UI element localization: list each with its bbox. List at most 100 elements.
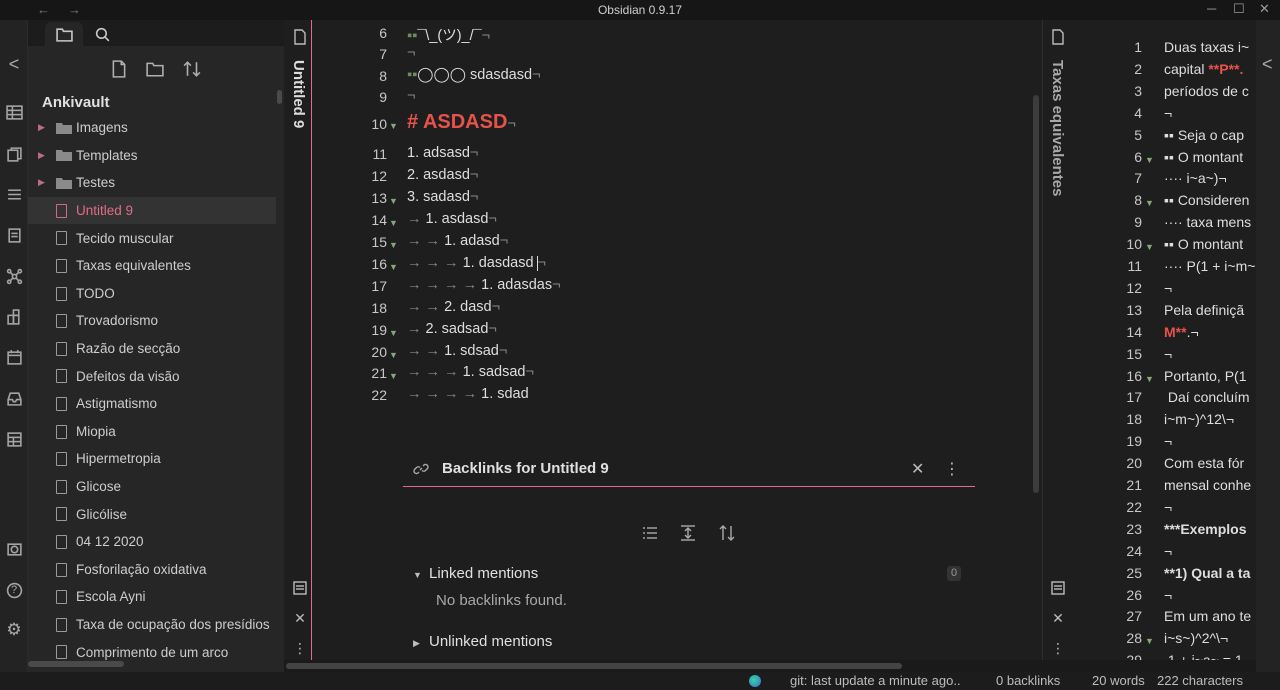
- inbox-icon[interactable]: [4, 388, 24, 408]
- editor-scrollbar[interactable]: [1033, 95, 1039, 493]
- sync-status-icon[interactable]: [749, 675, 761, 687]
- collapse-sidebar-icon[interactable]: <: [4, 54, 24, 74]
- more-options-icon[interactable]: ⋮: [292, 640, 308, 656]
- close-backlinks-icon[interactable]: ✕: [911, 459, 924, 479]
- editor-line[interactable]: Em um ano te: [1164, 608, 1251, 624]
- file-item[interactable]: Miopia: [28, 418, 276, 446]
- new-note-button[interactable]: [108, 58, 130, 80]
- new-folder-button[interactable]: [144, 58, 166, 80]
- editor-line[interactable]: → 2. sadsad¬: [407, 321, 497, 337]
- file-item[interactable]: Untitled 9: [28, 196, 276, 225]
- editor-line[interactable]: ···· taxa mens: [1164, 214, 1251, 230]
- editor-line[interactable]: → → 2. dasd¬: [407, 299, 500, 315]
- file-item[interactable]: Taxas equivalentes: [28, 252, 276, 280]
- file-item[interactable]: Glicose: [28, 473, 276, 501]
- editor-line[interactable]: ¬: [1164, 587, 1172, 603]
- collapse-results-button[interactable]: [640, 523, 660, 543]
- editor-line[interactable]: 1 + i~a~ = 1,: [1164, 652, 1247, 660]
- fold-arrow-icon[interactable]: ▼: [1145, 374, 1154, 384]
- sort-backlinks-button[interactable]: [717, 523, 737, 543]
- right-editor-pane[interactable]: 1 Duas taxas i~ 2 capital **P**. 3 períodos d…: [1070, 20, 1256, 660]
- folder-item[interactable]: ▶ Testes: [28, 169, 276, 197]
- tab-search[interactable]: [83, 22, 121, 46]
- list-icon[interactable]: [4, 184, 24, 204]
- editor-line[interactable]: → → → 1. dasdasd ¬: [407, 255, 546, 271]
- explorer-scrollbar[interactable]: [277, 90, 282, 104]
- editor-line[interactable]: mensal conhe: [1164, 477, 1251, 493]
- editor-line[interactable]: i~m~)^12\¬: [1164, 411, 1234, 427]
- scrollbar-thumb[interactable]: [286, 663, 902, 669]
- more-options-icon[interactable]: ⋮: [1050, 640, 1066, 656]
- unlinked-mentions-toggle[interactable]: ▶ Unlinked mentions: [413, 633, 552, 650]
- editor-line[interactable]: Portanto, P(1: [1164, 368, 1247, 384]
- file-item[interactable]: Defeitos da visão: [28, 362, 276, 390]
- linked-mentions-toggle[interactable]: ▼ Linked mentions: [413, 565, 538, 582]
- editor-line[interactable]: ···· i~a~)¬: [1164, 170, 1227, 186]
- editor-line[interactable]: Pela definiçã: [1164, 302, 1244, 318]
- editor-line[interactable]: ···· P(1 + i~m~: [1164, 258, 1255, 274]
- close-pane-icon[interactable]: ✕: [1050, 610, 1066, 626]
- settings-icon[interactable]: ⚙: [4, 620, 24, 640]
- file-item[interactable]: Escola Ayni: [28, 583, 276, 611]
- pane-title[interactable]: Untitled 9: [290, 60, 307, 128]
- editor-line[interactable]: ¬: [1164, 433, 1172, 449]
- editor-line[interactable]: ¬: [1164, 499, 1172, 515]
- editor-line[interactable]: ¬: [407, 88, 415, 104]
- database-icon[interactable]: [4, 429, 24, 449]
- folder-item[interactable]: ▶ Templates: [28, 142, 276, 170]
- file-item[interactable]: Trovadorismo: [28, 307, 276, 335]
- file-item[interactable]: 04 12 2020: [28, 528, 276, 556]
- editor-line[interactable]: ▪▪◯◯◯ sdasdasd¬: [407, 67, 541, 83]
- fold-arrow-icon[interactable]: ▼: [1145, 198, 1154, 208]
- file-item[interactable]: Astigmatismo: [28, 390, 276, 418]
- file-item[interactable]: TODO: [28, 280, 276, 308]
- minimize-button[interactable]: ─: [1207, 1, 1216, 16]
- editor-line[interactable]: Daí concluím: [1164, 389, 1250, 405]
- editor-line[interactable]: Com esta fór: [1164, 455, 1244, 471]
- help-icon[interactable]: ?: [4, 580, 24, 600]
- sort-button[interactable]: [181, 58, 203, 80]
- editor-line[interactable]: # ASDASD¬: [407, 111, 516, 134]
- collapse-right-sidebar-icon[interactable]: <: [1262, 54, 1273, 75]
- table-icon[interactable]: [4, 102, 24, 122]
- calendar-icon[interactable]: [4, 347, 24, 367]
- fold-arrow-icon[interactable]: ▼: [389, 350, 398, 360]
- editor-line[interactable]: períodos de c: [1164, 83, 1249, 99]
- editor-line[interactable]: capital **P**.: [1164, 61, 1243, 77]
- fold-arrow-icon[interactable]: ▼: [389, 240, 398, 250]
- editor-line[interactable]: ▪▪ Consideren: [1164, 192, 1249, 208]
- copy-icon[interactable]: [4, 144, 24, 164]
- graph-icon[interactable]: [4, 266, 24, 286]
- fold-arrow-icon[interactable]: ▼: [389, 262, 398, 272]
- backlinks-count[interactable]: 0 backlinks: [996, 673, 1060, 688]
- editor-line[interactable]: 1. adsasd¬: [407, 145, 478, 161]
- fold-arrow-icon[interactable]: ▼: [389, 121, 398, 131]
- camera-icon[interactable]: [4, 539, 24, 559]
- editor-line[interactable]: M**.¬: [1164, 324, 1199, 340]
- backlinks-more-icon[interactable]: ⋮: [944, 459, 960, 479]
- editor-pane[interactable]: 6 ▪▪¯\_(ツ)_/¯¬ 7 ¬ 8 ▪▪◯◯◯ sdasdasd¬ 9 ¬ 10 ▼ # AS…: [313, 20, 1042, 660]
- show-context-button[interactable]: [678, 523, 698, 543]
- file-item[interactable]: Razão de secção: [28, 335, 276, 363]
- close-pane-icon[interactable]: ✕: [292, 610, 308, 626]
- file-item[interactable]: Hipermetropia: [28, 445, 276, 473]
- explorer-horizontal-scrollbar[interactable]: [28, 661, 124, 667]
- horizontal-scrollbar[interactable]: [284, 660, 1256, 672]
- editor-line[interactable]: ▪▪ O montant: [1164, 149, 1243, 165]
- file-item[interactable]: Glicólise: [28, 500, 276, 528]
- editor-line[interactable]: ¬: [1164, 346, 1172, 362]
- tab-files[interactable]: [45, 22, 83, 46]
- editor-line[interactable]: → → 1. adasd¬: [407, 233, 508, 249]
- fold-arrow-icon[interactable]: ▼: [1145, 242, 1154, 252]
- editor-line[interactable]: ¬: [1164, 280, 1172, 296]
- editor-line[interactable]: ▪▪ Seja o cap: [1164, 127, 1244, 143]
- editor-line[interactable]: 3. sadasd¬: [407, 189, 478, 205]
- fold-arrow-icon[interactable]: ▼: [1145, 155, 1154, 165]
- editor-line[interactable]: ¬: [407, 45, 415, 61]
- git-status[interactable]: git: last update a minute ago..: [790, 673, 961, 688]
- preview-icon[interactable]: [1050, 580, 1066, 596]
- editor-line[interactable]: ▪▪¯\_(ツ)_/¯¬: [407, 24, 490, 45]
- fold-arrow-icon[interactable]: ▼: [389, 196, 398, 206]
- editor-line[interactable]: 2. asdasd¬: [407, 167, 478, 183]
- editor-line[interactable]: → → → → 1. sdad: [407, 386, 529, 402]
